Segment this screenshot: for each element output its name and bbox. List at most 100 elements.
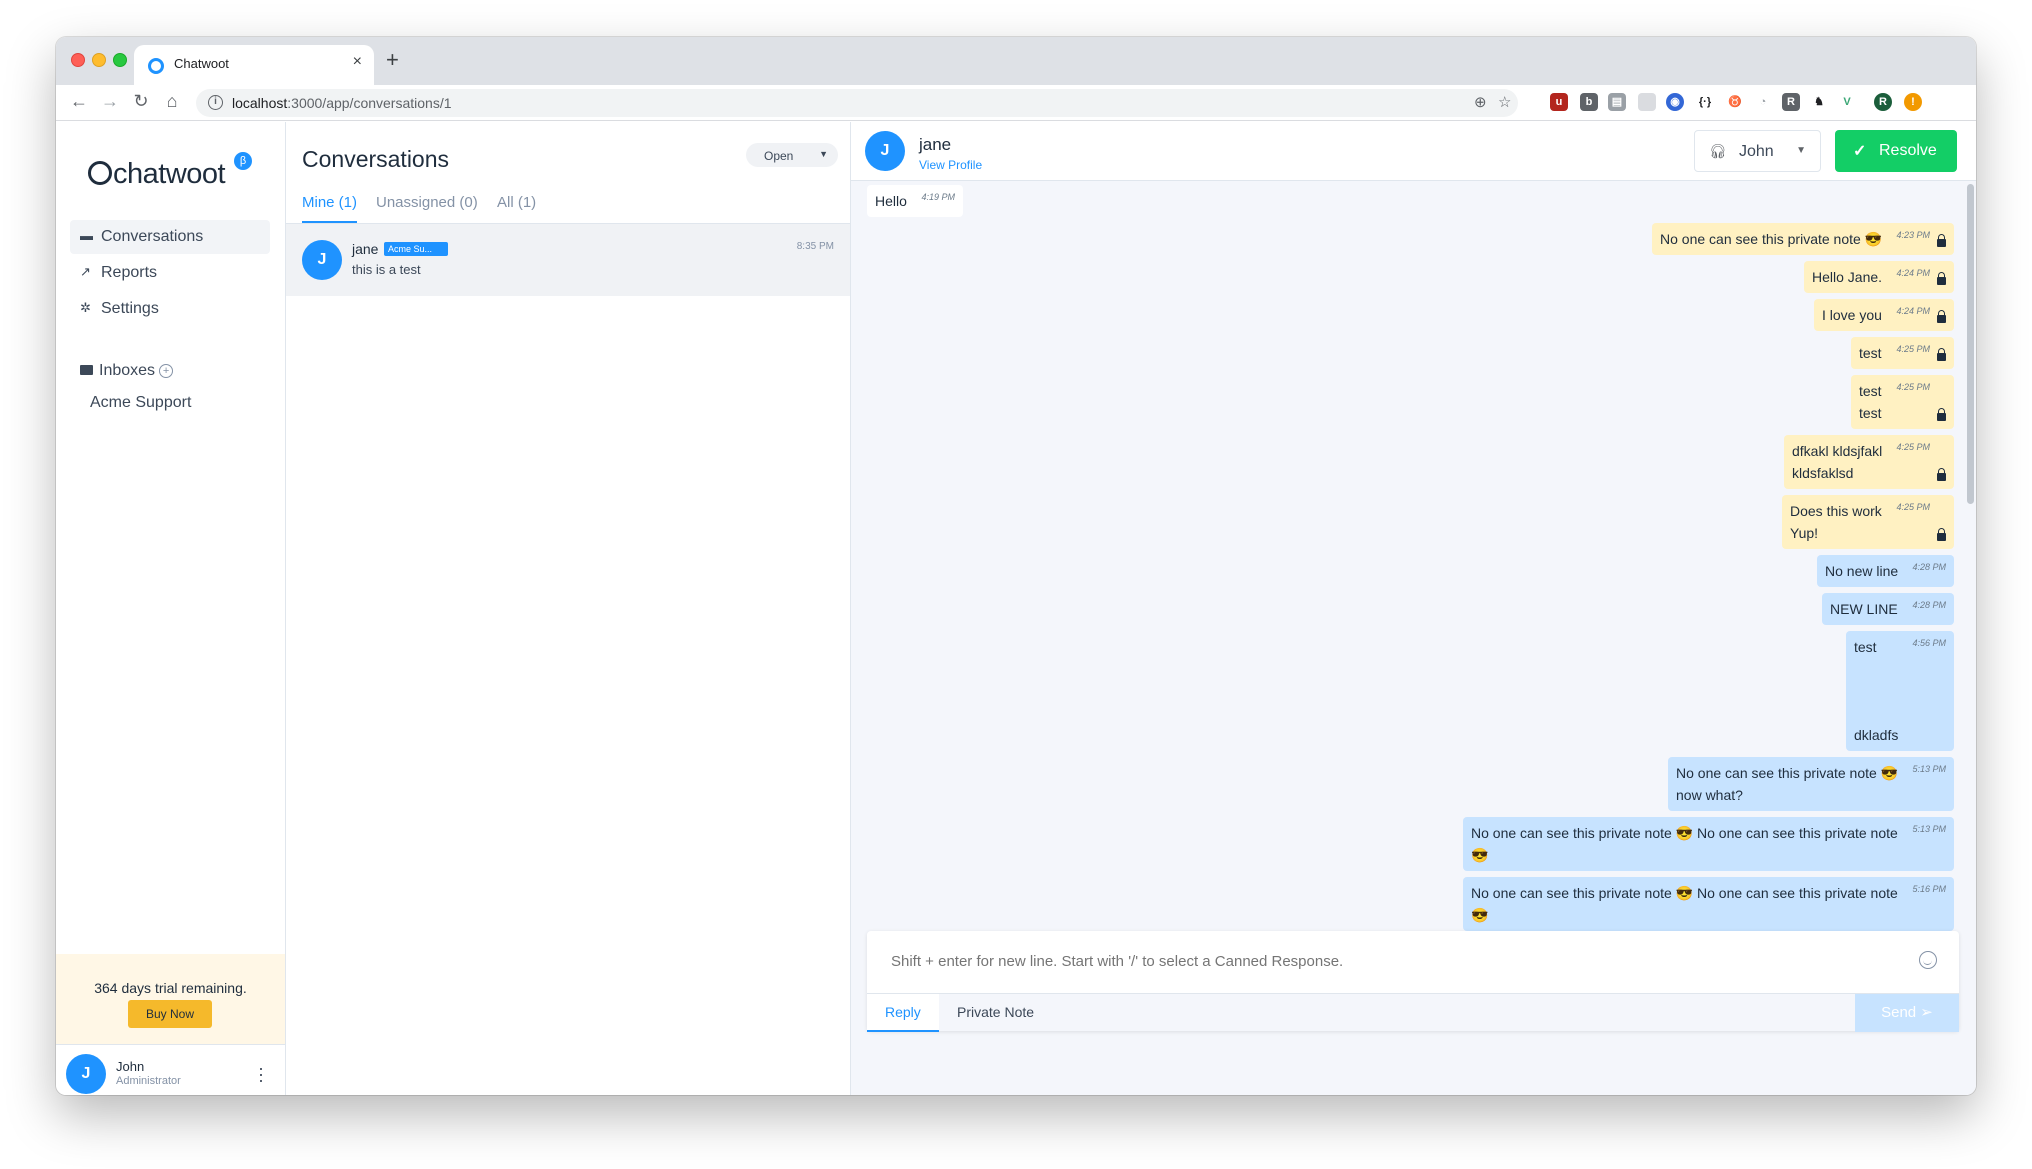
- tab-reply[interactable]: Reply: [867, 994, 939, 1032]
- r-extension-icon[interactable]: R: [1782, 93, 1800, 111]
- message-timestamp: 4:19 PM: [921, 192, 955, 202]
- private-note-bubble: Hello Jane. 4:24 PM: [1804, 261, 1954, 293]
- lock-icon: [1937, 234, 1946, 247]
- maximize-window-button[interactable]: [113, 53, 127, 67]
- ublock-extension-icon[interactable]: u: [1550, 93, 1568, 111]
- outgoing-message-bubble: NEW LINE 4:28 PM: [1822, 593, 1954, 625]
- forward-icon[interactable]: →: [99, 91, 121, 112]
- chatwoot-logo[interactable]: chatwoot: [88, 158, 226, 191]
- conversation-card[interactable]: J jane Acme Su... this is a test 8:35 PM: [286, 224, 850, 296]
- reply-footer: Reply Private Note Send ➢: [867, 993, 1959, 1032]
- beta-badge: β: [234, 152, 252, 170]
- reload-icon[interactable]: ↻: [130, 91, 152, 112]
- current-user-profile[interactable]: J John Administrator · · ·: [56, 1044, 285, 1095]
- home-icon[interactable]: ⌂: [161, 91, 183, 112]
- message-text: now what?: [1676, 787, 1743, 803]
- send-button[interactable]: Send ➢: [1855, 994, 1959, 1032]
- message-text: Hello: [875, 193, 907, 209]
- buy-now-button[interactable]: Buy Now: [128, 1000, 212, 1028]
- tab-unassigned[interactable]: Unassigned (0): [376, 194, 478, 221]
- message-list: Hello 4:19 PM No one can see this private …: [851, 181, 1966, 981]
- user-extension-icon[interactable]: ♞: [1810, 93, 1828, 111]
- new-tab-button[interactable]: +: [386, 47, 399, 73]
- address-bar[interactable]: i localhost:3000/app/conversations/1 ⊕ ☆: [196, 89, 1518, 117]
- message-text: kldsfaklsd: [1792, 465, 1854, 481]
- message-text: Yup!: [1790, 525, 1819, 541]
- message-timestamp: 5:16 PM: [1912, 884, 1946, 894]
- message-text: I love you: [1822, 307, 1882, 323]
- contact-name: jane: [919, 135, 952, 154]
- page-title: Conversations: [302, 146, 450, 172]
- browser-tab[interactable]: Chatwoot ×: [134, 45, 374, 85]
- more-options-icon[interactable]: · · ·: [258, 1059, 264, 1089]
- copy-extension-icon[interactable]: ▤: [1608, 93, 1626, 111]
- message-timestamp: 4:25 PM: [1896, 502, 1930, 512]
- sidebar: chatwoot β ▬ Conversations ↗ Reports ✲ S…: [56, 122, 286, 1095]
- private-note-bubble: Does this work Yup! 4:25 PM: [1782, 495, 1954, 549]
- lock-icon: [1937, 528, 1946, 541]
- message-text: dkladfs: [1854, 727, 1899, 743]
- update-alert-icon[interactable]: !: [1904, 93, 1922, 111]
- message-text: test: [1859, 383, 1882, 399]
- message-timestamp: 4:28 PM: [1912, 562, 1946, 572]
- tab-close-icon[interactable]: ×: [353, 53, 362, 71]
- chat-header: J jane View Profile 🎧︎ John ▼ ✓ Resolve: [851, 122, 1976, 181]
- trial-text: 364 days trial remaining.: [94, 980, 247, 996]
- headphones-icon: 🎧︎: [1709, 143, 1727, 159]
- close-window-button[interactable]: [71, 53, 85, 67]
- message-timestamp: 5:13 PM: [1912, 764, 1946, 774]
- tab-private-note[interactable]: Private Note: [939, 994, 1052, 1032]
- inbox-badge: Acme Su...: [384, 242, 448, 256]
- tab-title: Chatwoot: [174, 56, 229, 71]
- reply-input[interactable]: [891, 953, 1891, 970]
- private-note-bubble: test test 4:25 PM: [1851, 375, 1954, 429]
- message-text: Hello Jane.: [1812, 269, 1883, 285]
- minimize-window-button[interactable]: [92, 53, 106, 67]
- message-text: No one can see this private note 😎 No on…: [1471, 825, 1898, 841]
- message-text: No one can see this private note 😎: [1676, 765, 1899, 781]
- vue-extension-icon[interactable]: V: [1838, 93, 1856, 111]
- assignee-select[interactable]: 🎧︎ John ▼: [1694, 130, 1821, 172]
- sidebar-item-settings[interactable]: ✲ Settings: [70, 292, 270, 326]
- profile-avatar[interactable]: R: [1874, 93, 1892, 111]
- sidebar-item-reports[interactable]: ↗ Reports: [70, 256, 270, 290]
- check-icon: ✓: [1853, 143, 1867, 160]
- sidebar-item-conversations[interactable]: ▬ Conversations: [70, 220, 270, 254]
- blank-extension-icon[interactable]: [1638, 93, 1656, 111]
- bookmark-star-icon[interactable]: ☆: [1498, 93, 1511, 111]
- outgoing-message-bubble: test dkladfs 4:56 PM: [1846, 631, 1954, 751]
- scrollbar[interactable]: [1967, 184, 1974, 504]
- add-inbox-icon[interactable]: +: [159, 364, 174, 378]
- message-timestamp: 4:25 PM: [1896, 442, 1930, 452]
- message-timestamp: 5:13 PM: [1912, 824, 1946, 834]
- back-icon[interactable]: ←: [68, 91, 90, 112]
- message-text: test: [1859, 405, 1882, 421]
- clock-extension-icon[interactable]: ◔: [1754, 93, 1772, 111]
- user-role: Administrator: [116, 1075, 181, 1087]
- tab-mine[interactable]: Mine (1): [302, 194, 358, 223]
- outgoing-message-bubble: No one can see this private note 😎 now wh…: [1668, 757, 1954, 811]
- outgoing-message-bubble: No one can see this private note 😎 No on…: [1463, 877, 1954, 931]
- view-profile-link[interactable]: View Profile: [919, 158, 982, 172]
- tab-all[interactable]: All (1): [497, 194, 536, 221]
- globe-extension-icon[interactable]: ◉: [1666, 93, 1684, 111]
- tab-strip: Chatwoot × +: [56, 37, 1976, 85]
- status-filter-select[interactable]: Open ▼: [746, 143, 838, 167]
- shield-extension-icon[interactable]: b: [1580, 93, 1598, 111]
- sidebar-item-acme-support[interactable]: Acme Support: [90, 394, 191, 412]
- install-app-icon[interactable]: ⊕: [1474, 93, 1487, 111]
- message-text: 😎: [1471, 847, 1489, 863]
- cat-extension-icon[interactable]: ♉: [1726, 93, 1744, 111]
- user-name: John: [116, 1059, 145, 1074]
- emoji-icon[interactable]: [1919, 951, 1937, 969]
- message-timestamp: 4:25 PM: [1896, 344, 1930, 354]
- avatar: J: [865, 131, 905, 171]
- resolve-button[interactable]: ✓ Resolve: [1835, 130, 1957, 172]
- message-timestamp: 4:28 PM: [1912, 600, 1946, 610]
- message-text: No one can see this private note 😎 No on…: [1471, 885, 1898, 901]
- chatwoot-app: chatwoot β ▬ Conversations ↗ Reports ✲ S…: [56, 122, 1976, 1095]
- site-info-icon[interactable]: i: [208, 95, 223, 110]
- json-extension-icon[interactable]: {·}: [1696, 93, 1714, 111]
- message-text: NEW LINE: [1830, 601, 1898, 617]
- inboxes-header: Inboxes +: [80, 362, 174, 380]
